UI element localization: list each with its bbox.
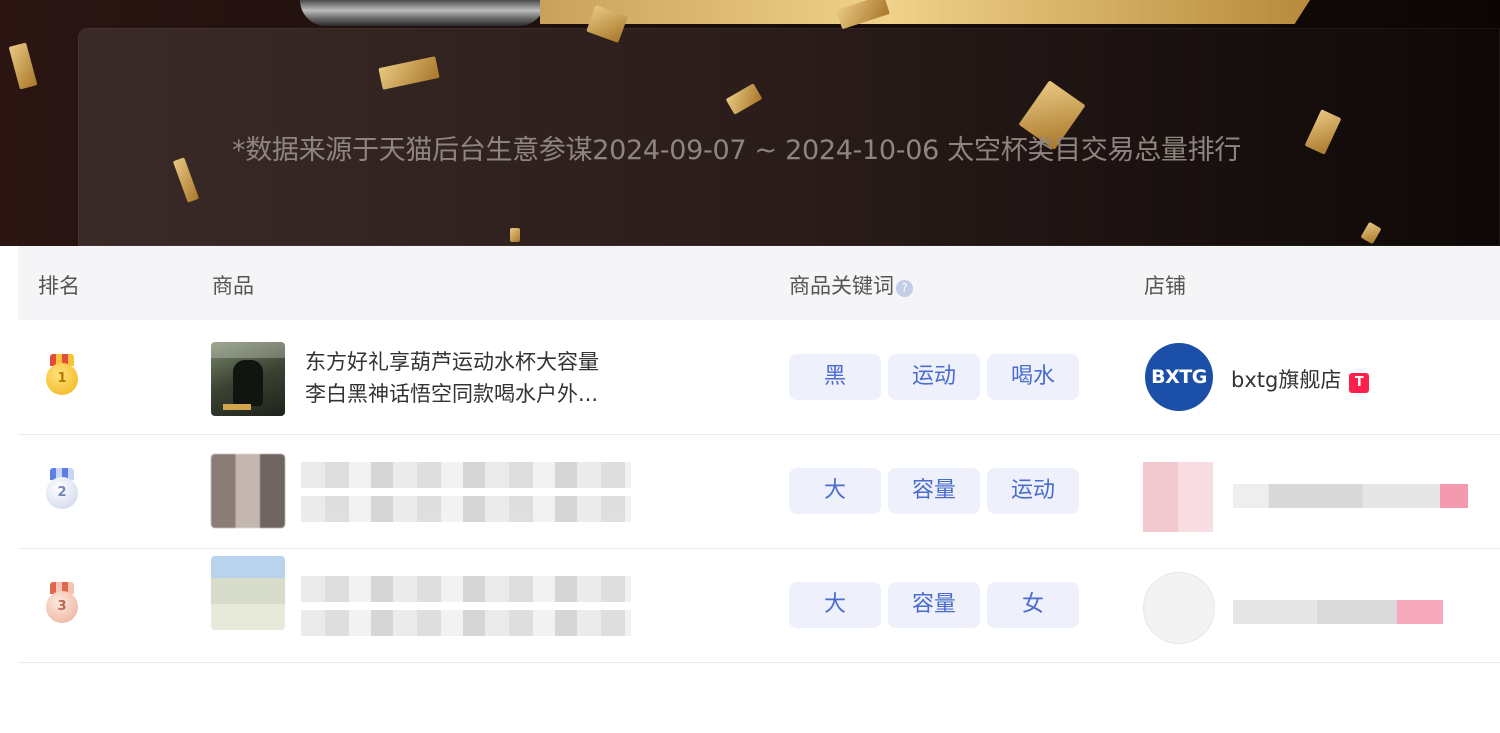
keyword-tag[interactable]: 喝水 xyxy=(987,354,1079,400)
keyword-tag[interactable]: 容量 xyxy=(888,468,980,514)
product-title-blurred[interactable] xyxy=(301,576,631,636)
bronze-medal-icon: 3 xyxy=(44,582,80,626)
product-thumbnail-blurred[interactable] xyxy=(211,454,285,528)
header-keywords: 商品关键词? xyxy=(789,270,913,300)
confetti-piece xyxy=(8,42,38,90)
header-product: 商品 xyxy=(212,274,254,298)
shop-name-blurred[interactable] xyxy=(1233,600,1443,624)
keyword-tag[interactable]: 大 xyxy=(789,468,881,514)
keyword-tag[interactable]: 容量 xyxy=(888,582,980,628)
table-header: 排名 商品 商品关键词? 店铺 xyxy=(18,246,1500,320)
help-icon[interactable]: ? xyxy=(896,280,913,297)
keyword-tag[interactable]: 女 xyxy=(987,582,1079,628)
keyword-tag[interactable]: 运动 xyxy=(888,354,980,400)
table-row[interactable]: 3 大 容量 女 xyxy=(18,548,1500,663)
data-source-note: *数据来源于天猫后台生意参谋2024-09-07 ~ 2024-10-06 太空… xyxy=(232,135,1241,166)
keyword-tag[interactable]: 黑 xyxy=(789,354,881,400)
shop-logo-blurred[interactable] xyxy=(1143,572,1215,644)
shop-logo-blurred[interactable] xyxy=(1143,462,1213,532)
ranking-banner: *数据来源于天猫后台生意参谋2024-09-07 ~ 2024-10-06 太空… xyxy=(0,0,1500,246)
silver-medal-icon: 2 xyxy=(44,468,80,512)
cup-image-edge xyxy=(300,0,545,26)
header-rank: 排名 xyxy=(38,274,80,298)
shop-name[interactable]: bxtg旗舰店 T xyxy=(1231,364,1370,394)
gold-decoration xyxy=(540,0,1310,24)
product-thumbnail[interactable] xyxy=(211,342,285,416)
table-row[interactable]: 2 大 容量 运动 xyxy=(18,434,1500,549)
gold-medal-icon: 1 xyxy=(44,354,80,398)
table-row[interactable]: 1 东方好礼享葫芦运动水杯大容量 李白黑神话悟空同款喝水户外... 黑 运动 喝… xyxy=(18,320,1500,435)
product-thumbnail-blurred[interactable] xyxy=(211,556,285,630)
keyword-tag[interactable]: 大 xyxy=(789,582,881,628)
confetti-piece xyxy=(510,228,520,242)
header-shop: 店铺 xyxy=(1144,274,1186,298)
product-title[interactable]: 东方好礼享葫芦运动水杯大容量 李白黑神话悟空同款喝水户外... xyxy=(305,346,640,410)
product-title-blurred[interactable] xyxy=(301,462,631,522)
shop-name-blurred[interactable] xyxy=(1233,484,1468,508)
keyword-tag[interactable]: 运动 xyxy=(987,468,1079,514)
tmall-icon: T xyxy=(1349,373,1370,393)
ranking-table: 排名 商品 商品关键词? 店铺 1 东方好礼享葫芦运动水杯大容量 李白黑神话悟空… xyxy=(18,246,1500,663)
shop-logo[interactable]: BXTG xyxy=(1145,343,1213,411)
